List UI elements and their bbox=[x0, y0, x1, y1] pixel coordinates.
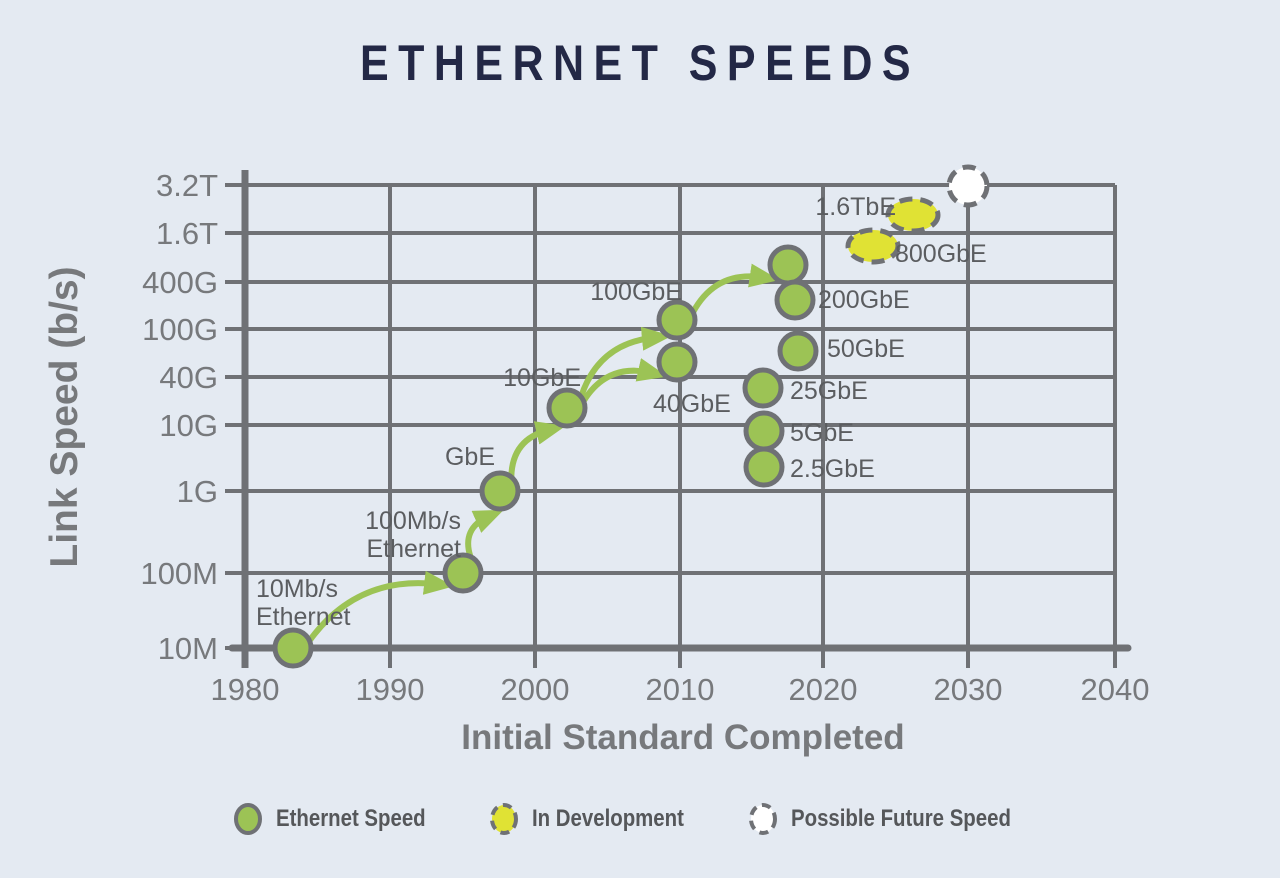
x-axis-tick-label: 2040 bbox=[1081, 672, 1150, 707]
y-axis-tick-label: 1.6T bbox=[156, 216, 218, 251]
data-point-label: 50GbE bbox=[827, 335, 905, 363]
y-axis-tick-label: 3.2T bbox=[156, 168, 218, 203]
y-axis-tick-label: 400G bbox=[142, 265, 218, 300]
chart-legend: Ethernet Speed In Development Possible Fut… bbox=[0, 800, 1280, 838]
legend-item[interactable]: In Development bbox=[486, 800, 711, 838]
x-axis-tick-label: 1980 bbox=[211, 672, 280, 707]
data-point-label: 100Mb/s Ethernet bbox=[365, 507, 461, 563]
data-point-label: 40GbE bbox=[653, 390, 731, 418]
legend-swatch-icon bbox=[234, 803, 263, 835]
data-point-marker[interactable] bbox=[656, 299, 698, 341]
data-point-label: 100GbE bbox=[590, 278, 682, 306]
legend-label: Possible Future Speed bbox=[791, 805, 1011, 832]
y-axis-tick-label: 100M bbox=[140, 556, 218, 591]
ethernet-speeds-plot: 3.2T 1.6T 400G 100G 40G 10G 1G 100M 10M 1980 1990… bbox=[140, 164, 1150, 707]
data-point-marker[interactable] bbox=[774, 279, 816, 321]
y-axis-tick-label: 100G bbox=[142, 312, 218, 347]
data-point-label: 5GbE bbox=[790, 419, 854, 447]
data-point-marker[interactable] bbox=[946, 164, 990, 208]
trend-arrow bbox=[465, 509, 504, 560]
data-point-marker[interactable] bbox=[546, 387, 588, 429]
data-point-marker[interactable] bbox=[479, 470, 521, 512]
legend-label: Ethernet Speed bbox=[276, 805, 426, 832]
y-axis-tick-label: 1G bbox=[177, 474, 218, 509]
data-point-label: 800GbE bbox=[895, 240, 987, 268]
data-point-marker[interactable] bbox=[272, 627, 314, 669]
data-point-marker[interactable] bbox=[767, 244, 809, 286]
data-point-label: 200GbE bbox=[818, 286, 910, 314]
legend-swatch-icon bbox=[749, 803, 777, 835]
x-axis-tick-label: 1990 bbox=[356, 672, 425, 707]
data-point-label: 10GbE bbox=[503, 364, 581, 392]
chart-canvas: ETHERNET SPEEDS Link Speed (b/s) Initial… bbox=[0, 0, 1280, 878]
data-point-marker[interactable] bbox=[656, 341, 698, 383]
data-point-label: 1.6TbE bbox=[815, 193, 896, 221]
legend-label: In Development bbox=[532, 805, 685, 832]
data-point-marker[interactable] bbox=[845, 227, 901, 265]
legend-item[interactable]: Possible Future Speed bbox=[745, 800, 1050, 838]
y-axis-tick-label: 10M bbox=[158, 631, 218, 666]
y-axis-tick-label: 10G bbox=[159, 408, 218, 443]
data-point-marker[interactable] bbox=[777, 330, 819, 372]
trend-arrow bbox=[508, 421, 566, 480]
data-point-marker[interactable] bbox=[743, 410, 785, 452]
x-axis-tick-label: 2010 bbox=[646, 672, 715, 707]
x-axis-ticks: 1980 1990 2000 2010 2020 2030 2040 bbox=[211, 630, 1150, 707]
y-axis-tick-label: 40G bbox=[159, 360, 218, 395]
y-axis-ticks: 3.2T 1.6T 400G 100G 40G 10G 1G 100M 10M bbox=[140, 168, 245, 666]
legend-swatch-icon bbox=[490, 803, 519, 835]
data-point-label: 10Mb/s Ethernet bbox=[256, 575, 351, 631]
data-point-label: 2.5GbE bbox=[790, 455, 875, 483]
x-axis-tick-label: 2000 bbox=[501, 672, 570, 707]
data-point-marker[interactable] bbox=[742, 367, 784, 409]
data-points bbox=[272, 164, 990, 669]
data-point-label: GbE bbox=[445, 443, 495, 471]
data-point-marker[interactable] bbox=[743, 446, 785, 488]
x-axis-tick-label: 2020 bbox=[789, 672, 858, 707]
x-axis-tick-label: 2030 bbox=[934, 672, 1003, 707]
legend-item[interactable]: Ethernet Speed bbox=[230, 800, 452, 838]
data-point-label: 25GbE bbox=[790, 377, 868, 405]
